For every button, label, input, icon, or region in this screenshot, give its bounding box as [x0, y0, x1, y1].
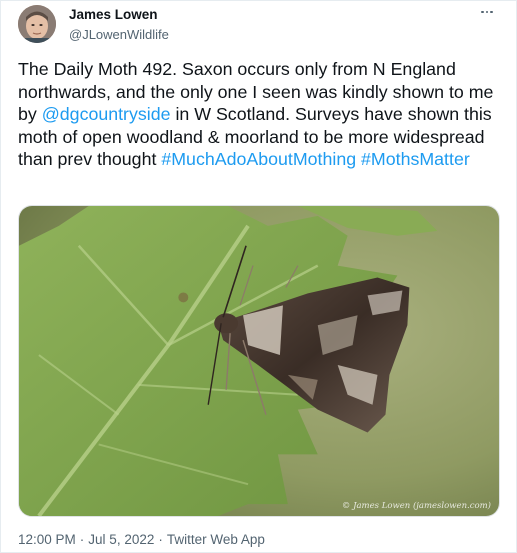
more-horizontal-icon-dot: [490, 10, 493, 14]
tweet-text: The Daily Moth 492. Saxon occurs only fr…: [18, 58, 508, 171]
author-display-name[interactable]: James Lowen: [69, 6, 169, 23]
meta-separator: ·: [158, 532, 163, 547]
photo-watermark: © James Lowen (jameslowen.com): [341, 501, 491, 511]
avatar[interactable]: [18, 5, 56, 43]
tweet-time[interactable]: 12:00 PM: [18, 532, 76, 547]
tweet-card: James Lowen @JLowenWildlife The Daily Mo…: [0, 0, 517, 553]
avatar-photo: [18, 5, 56, 43]
tweet-meta: 12:00 PM · Jul 5, 2022 · Twitter Web App: [18, 532, 265, 548]
hashtag-link[interactable]: #MuchAdoAboutMothing: [161, 149, 356, 169]
tweet-author: James Lowen @JLowenWildlife: [69, 6, 169, 43]
more-horizontal-icon-dot: [481, 10, 484, 14]
tweet-source[interactable]: Twitter Web App: [167, 532, 265, 547]
moth-on-leaf-image: [19, 206, 499, 516]
author-handle[interactable]: @JLowenWildlife: [69, 26, 169, 43]
tweet-photo[interactable]: © James Lowen (jameslowen.com): [18, 205, 500, 517]
more-horizontal-icon-dot: [485, 10, 489, 14]
hashtag-link[interactable]: #MothsMatter: [361, 149, 470, 169]
meta-separator: ·: [79, 532, 85, 547]
tweet-date[interactable]: Jul 5, 2022: [88, 532, 154, 547]
mention-link[interactable]: @dgcountryside: [42, 104, 171, 124]
more-options-button[interactable]: [476, 3, 498, 21]
